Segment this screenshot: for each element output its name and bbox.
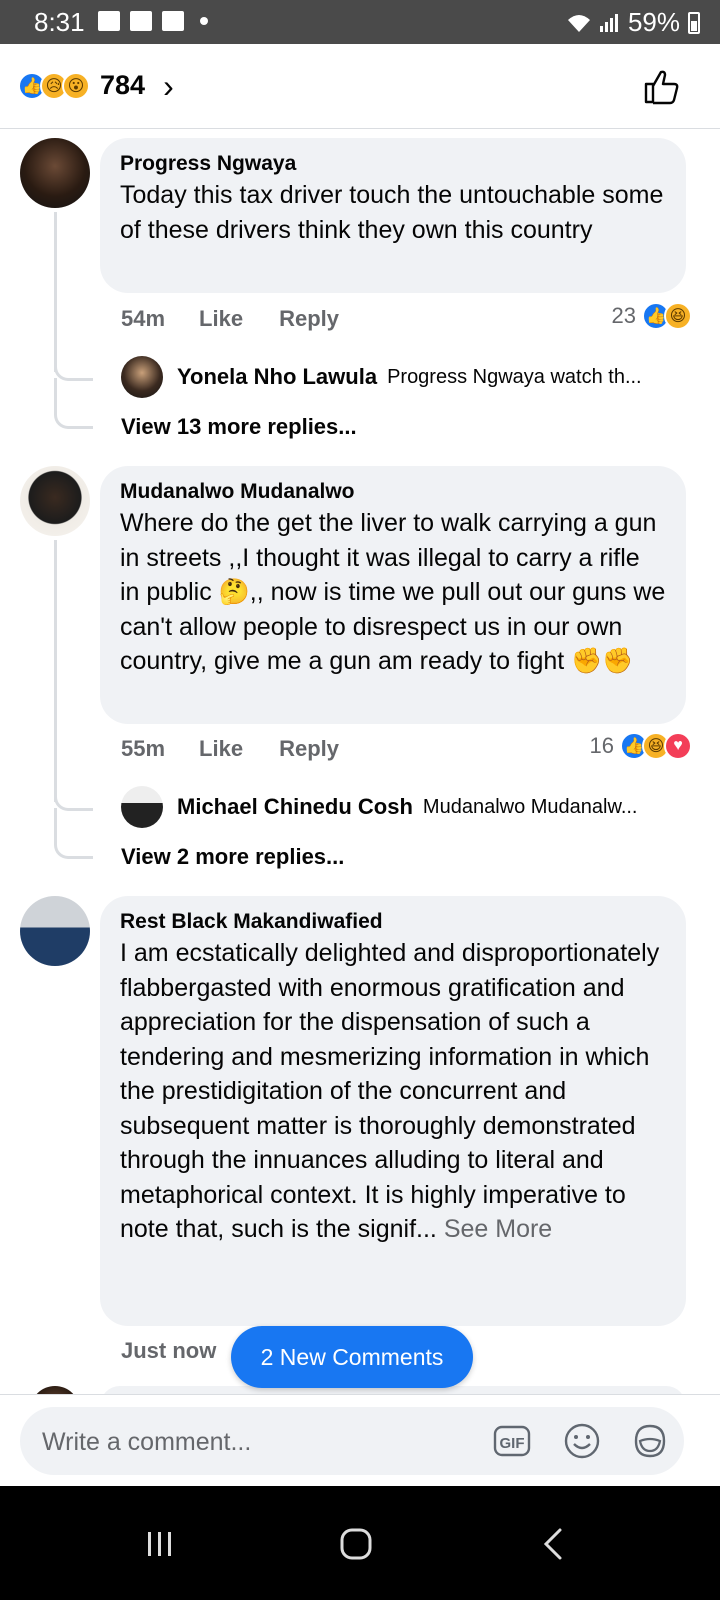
thread-elbow	[54, 378, 93, 429]
netflix-icon	[130, 11, 152, 31]
reply-button[interactable]: Reply	[279, 306, 339, 332]
chevron-right-icon: ›	[163, 67, 174, 104]
status-time: 8:31	[34, 7, 85, 37]
comment-composer: GIF	[20, 1407, 684, 1477]
reactions-header: 👍 😥 😮 784 ›	[0, 44, 720, 129]
reactions-summary-button[interactable]: 👍 😥 😮 784 ›	[18, 67, 174, 104]
battery-icon	[688, 11, 700, 34]
like-post-button[interactable]	[642, 66, 682, 106]
comment-author[interactable]: Mudanalwo Mudanalwo	[120, 478, 666, 506]
comment-reactions[interactable]: 23 👍 😆	[611, 302, 692, 330]
comment-actions: 55m Like Reply	[121, 736, 375, 762]
reply-preview[interactable]: Yonela Nho Lawula Progress Ngwaya watch …	[121, 356, 687, 398]
sticker-button[interactable]	[630, 1421, 670, 1461]
comment-actions: 54m Like Reply	[121, 306, 375, 332]
battery-percent: 59%	[627, 7, 680, 37]
recent-apps-button[interactable]	[140, 1524, 180, 1564]
emoji-button[interactable]	[562, 1421, 602, 1461]
wow-reaction-icon: 😮	[62, 71, 90, 100]
reply-author: Michael Chinedu Cosh	[177, 794, 413, 819]
comment-author[interactable]: Rest Black Makandiwafied	[120, 908, 666, 936]
reply-preview[interactable]: Michael Chinedu Cosh Mudanalwo Mudanalw.…	[121, 786, 687, 828]
love-reaction-icon: ♥	[664, 732, 692, 760]
new-comments-button[interactable]: 2 New Comments	[231, 1326, 473, 1388]
comment-reaction-count: 16	[589, 733, 614, 758]
reply-button[interactable]: Reply	[279, 736, 339, 762]
like-button[interactable]: Like	[199, 306, 243, 332]
signal-icon	[599, 13, 618, 32]
comment-bubble: Mudanalwo Mudanalwo Where do the get the…	[100, 466, 686, 724]
avatar	[121, 786, 163, 828]
comment-time: Just now	[121, 1338, 217, 1363]
view-more-replies[interactable]: View 13 more replies...	[121, 414, 357, 440]
comment-bubble: Rest Black Makandiwafied I am ecstatical…	[100, 896, 686, 1326]
home-button[interactable]	[336, 1524, 376, 1564]
comment-input[interactable]	[40, 1407, 464, 1477]
thread-elbow	[54, 760, 93, 811]
avatar	[121, 356, 163, 398]
comment-time: 54m	[121, 306, 166, 331]
back-button[interactable]	[534, 1524, 574, 1564]
reply-text: Progress Ngwaya watch th...	[387, 365, 642, 388]
reaction-total: 784	[100, 70, 146, 100]
avatar[interactable]	[20, 138, 90, 208]
see-more-link[interactable]: See More	[444, 1215, 552, 1243]
comment-text-body: I am ecstatically delighted and dispropo…	[120, 939, 660, 1243]
comment-reaction-count: 23	[611, 303, 636, 328]
gif-button[interactable]: GIF	[492, 1421, 532, 1461]
like-button[interactable]: Like	[199, 736, 243, 762]
reply-text: Mudanalwo Mudanalw...	[422, 795, 638, 818]
gallery-icon	[98, 11, 120, 31]
thread-elbow	[54, 808, 93, 859]
comment-author[interactable]: Progress Ngwaya	[120, 150, 666, 178]
gif-label: GIF	[500, 1435, 525, 1452]
haha-reaction-icon: 😆	[664, 302, 692, 330]
avatar[interactable]	[20, 466, 90, 536]
comment-time: 55m	[121, 736, 166, 761]
avatar[interactable]	[20, 896, 90, 966]
more-notifications-icon	[200, 17, 208, 25]
wifi-icon	[567, 14, 590, 32]
comment-reactions[interactable]: 16 👍 😆 ♥	[589, 732, 692, 760]
status-bar: 8:31 59%	[0, 0, 720, 44]
notification-icons	[98, 11, 208, 31]
comment-text: Where do the get the liver to walk carry…	[120, 509, 666, 675]
comment-text: I am ecstatically delighted and dispropo…	[120, 936, 666, 1247]
thread-elbow	[54, 330, 93, 381]
view-more-replies[interactable]: View 2 more replies...	[121, 844, 344, 870]
comment-bubble: Progress Ngwaya Today this tax driver to…	[100, 138, 686, 293]
system-nav-bar	[0, 1486, 720, 1600]
status-right: 59%	[566, 7, 700, 38]
composer-bar: GIF	[0, 1394, 720, 1487]
reply-author: Yonela Nho Lawula	[177, 364, 378, 389]
facebook-icon	[162, 11, 184, 31]
comment-text: Today this tax driver touch the untoucha…	[120, 181, 664, 244]
